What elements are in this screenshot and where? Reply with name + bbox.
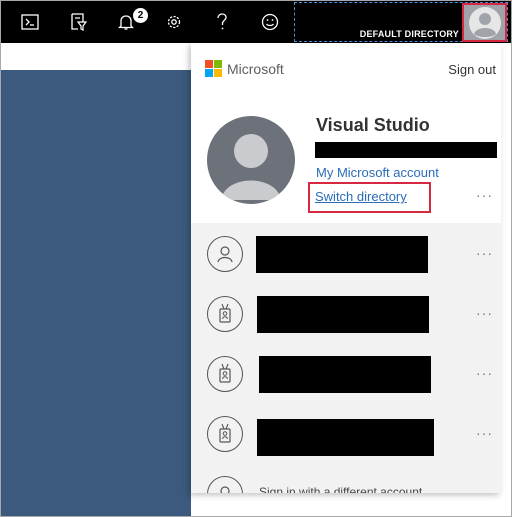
- brand-label: Microsoft: [227, 60, 284, 77]
- more-options-button[interactable]: ···: [476, 305, 493, 321]
- notifications-icon[interactable]: 2: [104, 1, 148, 43]
- more-options-button[interactable]: ···: [476, 187, 493, 203]
- person-icon: [207, 476, 243, 493]
- directory-label: DEFAULT DIRECTORY: [359, 29, 459, 39]
- account-avatar: [207, 116, 295, 204]
- help-icon[interactable]: [200, 1, 244, 43]
- sign-out-link[interactable]: Sign out: [448, 62, 496, 77]
- toolbar-strip: [1, 43, 191, 70]
- more-options-button[interactable]: ···: [476, 245, 493, 261]
- microsoft-logo-icon: [205, 60, 222, 77]
- redacted-account: [259, 356, 431, 393]
- sign-in-other-account-link[interactable]: Sign in with a different account: [259, 485, 422, 493]
- feedback-icon[interactable]: [248, 1, 292, 43]
- cloud-shell-icon[interactable]: [8, 1, 52, 43]
- redacted-account: [257, 419, 434, 456]
- directory-filter-icon[interactable]: [56, 1, 100, 43]
- settings-icon[interactable]: [152, 1, 196, 43]
- account-name: Visual Studio: [316, 115, 430, 135]
- person-icon: [221, 134, 281, 200]
- account-avatar-button[interactable]: [462, 3, 507, 42]
- badge-icon: [207, 296, 243, 332]
- redacted-user-name: [313, 10, 461, 28]
- my-account-link[interactable]: My Microsoft account: [316, 165, 439, 180]
- more-options-button[interactable]: ···: [476, 365, 493, 381]
- account-panel: Microsoft Sign out Visual Studio My Micr…: [191, 43, 501, 493]
- top-bar: 2 DEFAULT DIRECTORY: [1, 1, 511, 43]
- redacted-account: [257, 296, 429, 333]
- person-icon: [207, 236, 243, 272]
- avatar-icon: [468, 6, 501, 39]
- window-frame: 2 DEFAULT DIRECTORY Microsoft Sign out V…: [0, 0, 512, 517]
- redacted-email: [315, 142, 497, 158]
- notification-count-badge: 2: [133, 8, 148, 23]
- badge-icon: [207, 356, 243, 392]
- more-options-button[interactable]: ···: [476, 425, 493, 441]
- badge-icon: [207, 416, 243, 452]
- portal-background: [1, 70, 191, 516]
- microsoft-logo: Microsoft: [205, 60, 284, 77]
- account-list: ··· ··· ··· ··· Sign in with a different…: [191, 223, 501, 493]
- switch-directory-link[interactable]: Switch directory: [315, 189, 407, 204]
- redacted-account: [256, 236, 428, 273]
